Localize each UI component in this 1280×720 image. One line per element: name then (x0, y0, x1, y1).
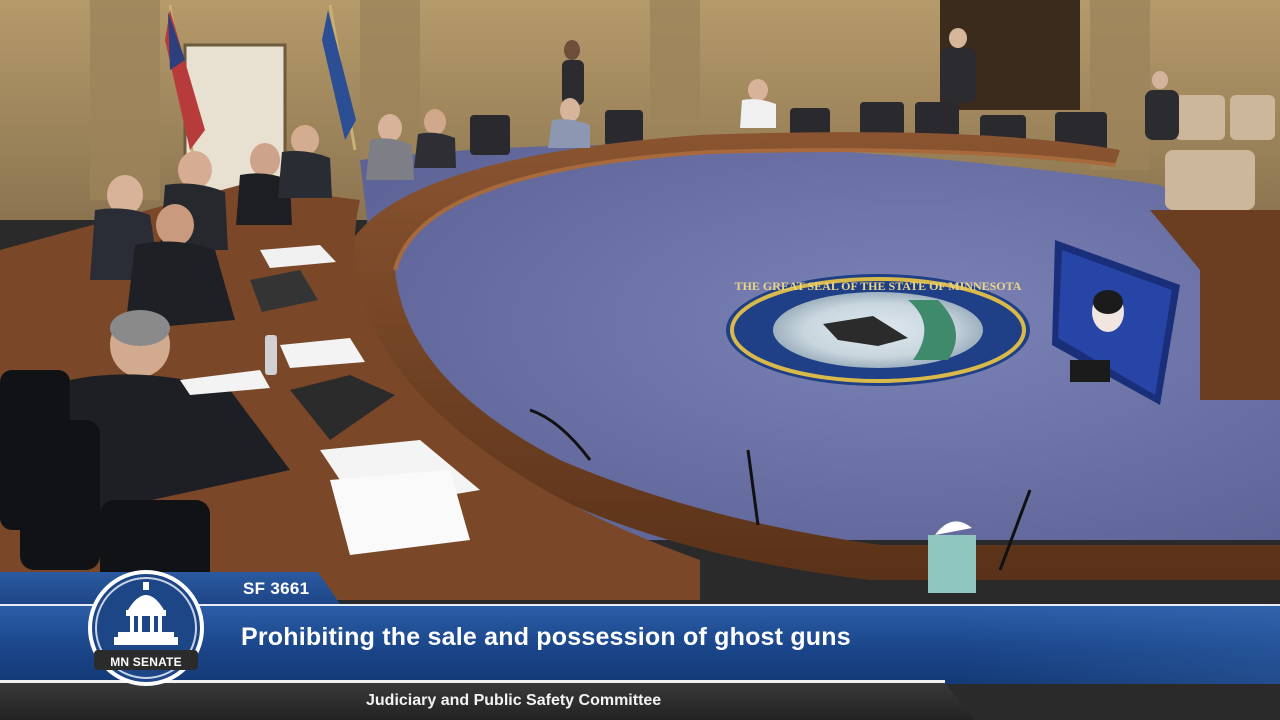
committee-hearing-room: THE GREAT SEAL OF THE STATE OF MINNESOTA (0, 0, 1280, 600)
state-seal-floor: THE GREAT SEAL OF THE STATE OF MINNESOTA (726, 274, 1030, 386)
seal-lettering: THE GREAT SEAL OF THE STATE OF MINNESOTA (735, 279, 1022, 293)
